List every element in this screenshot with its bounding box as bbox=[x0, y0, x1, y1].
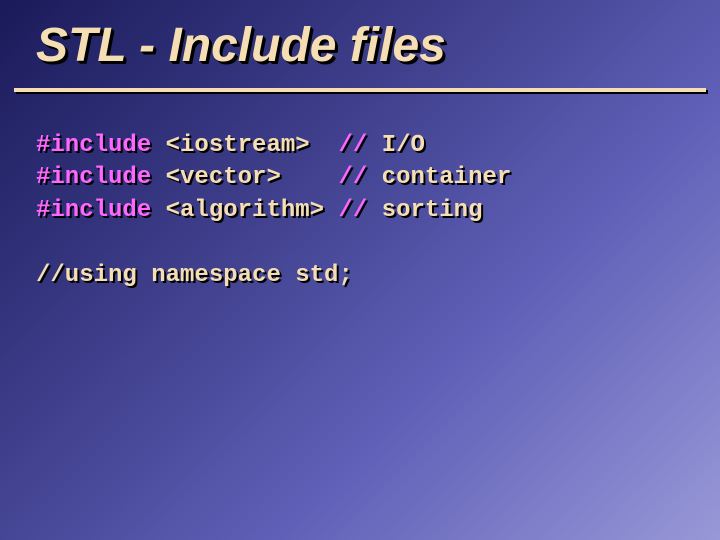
comment-text: sorting bbox=[382, 197, 483, 224]
header-name: <vector> bbox=[166, 164, 324, 191]
comment-text: I/O bbox=[382, 132, 425, 159]
comment-sep: // bbox=[324, 132, 382, 159]
include-keyword: #include bbox=[36, 197, 151, 224]
title-divider bbox=[14, 88, 706, 92]
include-keyword: #include bbox=[36, 164, 151, 191]
footer-comment: //using namespace std; bbox=[36, 262, 353, 289]
comment-sep: // bbox=[324, 164, 382, 191]
slide-title: STL - Include files bbox=[36, 18, 446, 73]
code-block: #include <iostream> // I/O #include <vec… bbox=[36, 130, 511, 292]
slide: STL - Include files #include <iostream> … bbox=[0, 0, 720, 540]
include-keyword: #include bbox=[36, 132, 151, 159]
header-name: <iostream> bbox=[166, 132, 324, 159]
header-name: <algorithm> bbox=[166, 197, 324, 224]
comment-text: container bbox=[382, 164, 512, 191]
comment-sep: // bbox=[324, 197, 382, 224]
